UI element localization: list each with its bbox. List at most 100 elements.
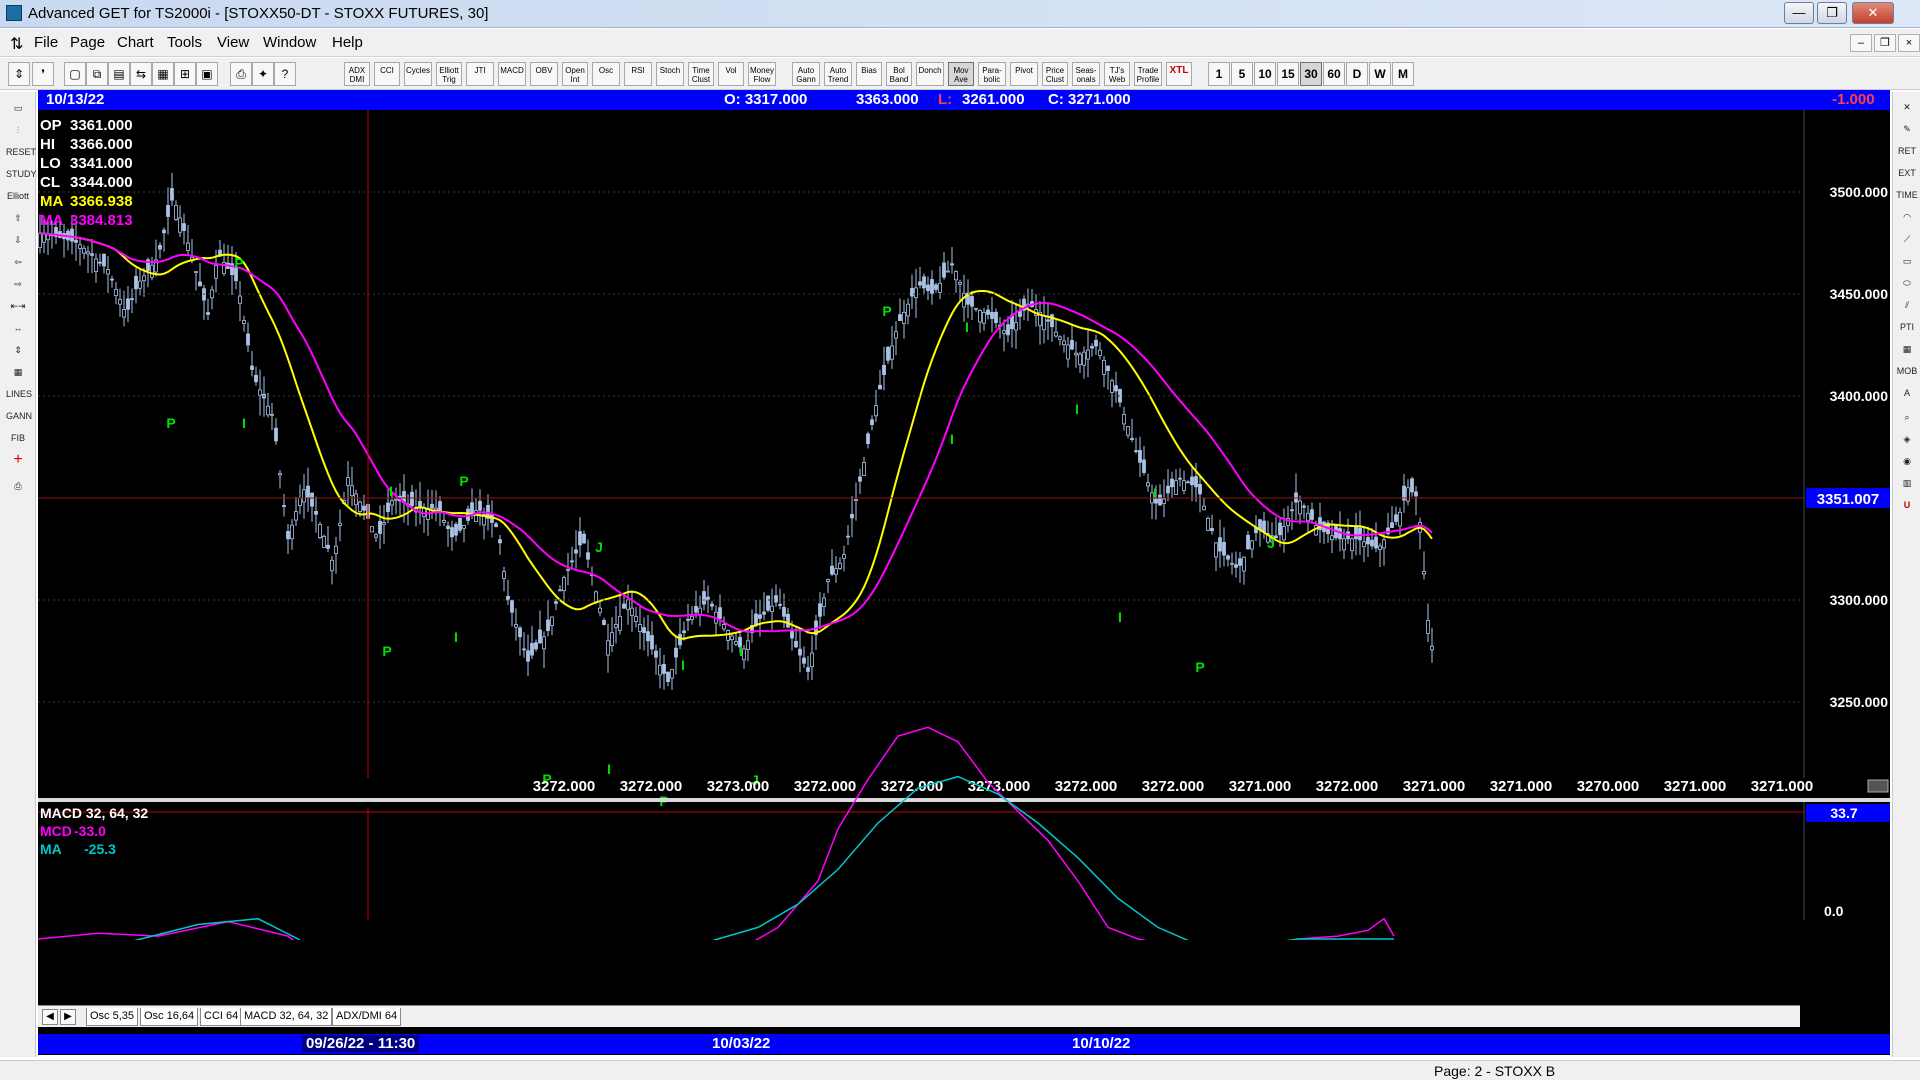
gann-icon[interactable]: GANN [5,406,32,424]
study-bol-band[interactable]: Bol Band [886,62,912,86]
study-vol[interactable]: Vol [718,62,744,86]
copy-icon[interactable]: ⧉ [86,62,108,86]
period-60[interactable]: 60 [1323,62,1345,86]
tab-adx-dmi-64[interactable]: ADX/DMI 64 [332,1008,402,1026]
menu-file[interactable]: File [34,34,58,51]
menu-page[interactable]: Page [70,34,105,51]
text-icon[interactable]: A [1896,384,1918,402]
study-mov-ave[interactable]: Mov Ave [948,62,974,86]
link-icon[interactable]: ⇆ [130,62,152,86]
arrow-up-icon[interactable]: ⇧ [5,208,31,226]
window-icon[interactable]: ▣ [196,62,218,86]
period-monthly[interactable]: M [1392,62,1414,86]
study-money-flow[interactable]: Money Flow [748,62,776,86]
period-1[interactable]: 1 [1208,62,1230,86]
box-icon[interactable]: ▭ [1896,252,1918,270]
period-5[interactable]: 5 [1231,62,1253,86]
new-page-icon[interactable]: ▢ [64,62,86,86]
arrow-right-icon[interactable]: ⇨ [5,274,31,292]
study-adx-dmi[interactable]: ADX DMI [344,62,370,86]
period-10[interactable]: 10 [1254,62,1276,86]
pti-icon[interactable]: PTI [1896,318,1918,336]
period-15[interactable]: 15 [1277,62,1299,86]
maximize-button[interactable]: ❐ [1817,2,1847,24]
fib-icon[interactable]: FIB [5,428,31,446]
grid-tool-icon[interactable]: ▦ [1896,340,1918,358]
undo-icon[interactable]: U [1896,496,1918,514]
scale-icon[interactable]: ⇕ [5,340,31,358]
question-icon[interactable]: ? [274,62,296,86]
price-chart[interactable]: PIPIPPIJPIIPIJPIIIIIJP 3500.0003450.0003… [38,110,1890,940]
period-weekly[interactable]: W [1369,62,1391,86]
pencil-icon[interactable]: ✎ [1896,120,1918,138]
lines-icon[interactable]: LINES [5,384,32,402]
elliott-icon[interactable]: Elliott [5,186,31,204]
study-tjs-web[interactable]: TJ's Web [1104,62,1130,86]
fan-icon[interactable]: ⟋ [1896,230,1918,248]
menu-view[interactable]: View [217,34,249,51]
menu-chart[interactable]: Chart [117,34,154,51]
study-price-clust[interactable]: Price Clust [1042,62,1068,86]
study-rsi[interactable]: RSI [624,62,652,86]
mob-icon[interactable]: MOB [1896,362,1918,380]
menu-help[interactable]: Help [332,34,363,51]
close-button[interactable]: ✕ [1852,2,1894,24]
menu-tools[interactable]: Tools [167,34,202,51]
study-xtl[interactable]: XTL [1166,62,1192,86]
crosshair-icon[interactable]: + [5,450,31,468]
study-auto-trend[interactable]: Auto Trend [824,62,852,86]
bulb-icon[interactable]: ✦ [252,62,274,86]
print-icon[interactable]: ⎙ [230,62,252,86]
table-icon[interactable]: ▦ [5,362,31,380]
grid-icon[interactable]: ▦ [152,62,174,86]
compress-icon[interactable]: ⇤⇥ [5,296,31,314]
study-bias[interactable]: Bias [856,62,882,86]
arrow-left-icon[interactable]: ⇦ [5,252,31,270]
tab-macd[interactable]: MACD 32, 64, 32 [240,1008,333,1026]
study-stoch[interactable]: Stoch [656,62,684,86]
mdi-minimize-icon[interactable]: – [1850,34,1872,52]
ellipse-icon[interactable]: ⬭ [1896,274,1918,292]
fib-ext-icon[interactable]: EXT [1896,164,1918,182]
document-icon[interactable]: ⇅ [10,34,23,54]
arc-icon[interactable]: ◠ [1896,208,1918,226]
study-osc[interactable]: Osc [592,62,620,86]
study-cci[interactable]: CCI [374,62,400,86]
expand-icon[interactable]: ↔ [5,318,31,336]
channel-icon[interactable]: ⫽ [1896,296,1918,314]
tab-osc-16-64[interactable]: Osc 16,64 [140,1008,199,1026]
panel-separator[interactable] [38,798,1890,802]
tab-osc-5-35[interactable]: Osc 5,35 [86,1008,139,1026]
period-daily[interactable]: D [1346,62,1368,86]
help-cursor-icon[interactable]: ❜ [32,62,54,86]
paint-icon[interactable]: ◈ [1896,430,1918,448]
mdi-restore-icon[interactable]: ❐ [1874,34,1896,52]
calculator-icon[interactable]: ▥ [1896,474,1918,492]
study-auto-gann[interactable]: Auto Gann [792,62,820,86]
fib-time-icon[interactable]: TIME [1896,186,1918,204]
printer-icon[interactable]: ⎙ [5,476,31,494]
study-pivot[interactable]: Pivot [1010,62,1038,86]
study-elliott-trig[interactable]: Elliott Trig [436,62,462,86]
study-icon[interactable]: STUDY [5,164,37,182]
study-macd[interactable]: MACD [498,62,526,86]
corner-icon[interactable] [1867,779,1889,793]
study-open-int[interactable]: Open Int [562,62,588,86]
reset-icon[interactable]: RESET [5,142,36,160]
study-time-clust[interactable]: Time Clust [688,62,714,86]
bars-icon[interactable]: ⫶ [5,120,31,138]
mdi-close-icon[interactable]: × [1898,34,1920,52]
zoom-icon[interactable]: ⌕ [1896,408,1918,426]
minimize-button[interactable]: — [1784,2,1814,24]
study-seasonals[interactable]: Seas-onals [1072,62,1100,86]
tab-cci-64[interactable]: CCI 64 [200,1008,243,1026]
tab-scroll-right-icon[interactable]: ▶ [60,1009,76,1025]
study-cycles[interactable]: Cycles [404,62,432,86]
study-obv[interactable]: OBV [530,62,558,86]
menu-window[interactable]: Window [263,34,316,51]
study-trade-profile[interactable]: Trade Profile [1134,62,1162,86]
close-x-icon[interactable]: ✕ [1896,98,1918,116]
folder-icon[interactable]: ▭ [5,98,31,116]
bullet-icon[interactable]: ◉ [1896,452,1918,470]
fib-ret-icon[interactable]: RET [1896,142,1918,160]
